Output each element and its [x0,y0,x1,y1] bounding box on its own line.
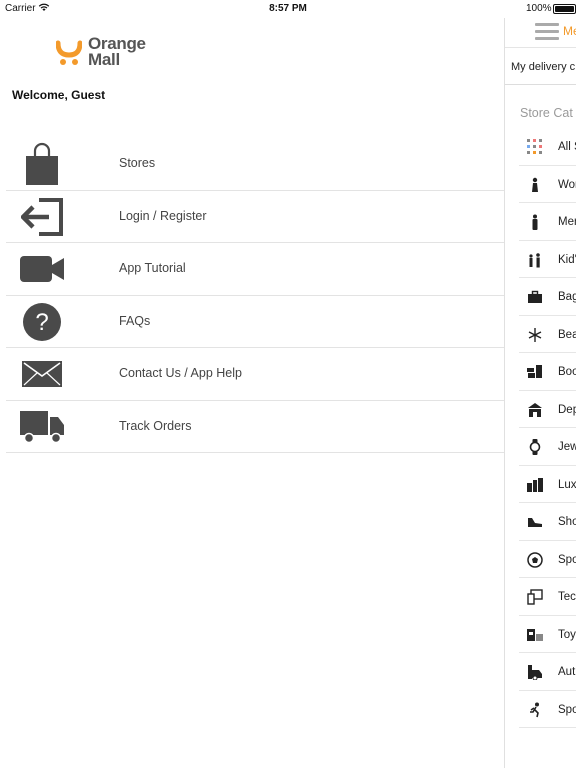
logo-text-line2: Mall [88,50,120,69]
category-shoes[interactable]: Sho [519,503,576,541]
side-menu: Orange Mall Welcome, Guest Stores Login … [0,18,504,768]
category-label: Bag [558,291,576,303]
category-books[interactable]: Boo [519,353,576,391]
menu-item-label: Login / Register [119,208,207,223]
category-label: Spo [558,553,576,566]
category-auto[interactable]: Aut [519,653,576,691]
svg-text:?: ? [35,309,48,336]
category-kids[interactable]: Kid' [519,241,576,278]
soccer-ball-icon [527,551,543,568]
main-screen[interactable]: Me My delivery c Store Cat All S Wor Mer… [504,18,576,768]
category-sports[interactable]: Spo [519,541,576,578]
category-label: Lux [558,478,576,491]
bag-icon [527,289,543,305]
menu-list: Stores Login / Register App Tutorial ? F… [6,138,504,453]
login-icon [20,195,64,239]
menu-item-label: Stores [119,156,156,170]
battery-percent: 100% [526,3,552,14]
category-label: Tec [558,591,576,603]
menu-title: Me [563,24,576,38]
grid-icon [527,139,543,155]
store-categories-title: Store Cat [520,106,573,120]
category-tech[interactable]: Tec [519,578,576,616]
toys-icon [527,627,543,643]
sports-runner-icon [527,702,543,718]
delivery-text: My delivery c [511,61,576,73]
truck-icon [20,405,64,449]
category-label: Mer [558,216,576,228]
category-women[interactable]: Wor [519,166,576,203]
hamburger-menu-icon[interactable] [535,23,559,41]
shopping-bag-icon [20,142,64,186]
category-men[interactable]: Mer [519,203,576,241]
category-label: Dep [558,403,576,416]
logo-text: Orange Mall [88,35,146,69]
menu-item-label: Contact Us / App Help [119,366,242,380]
orange-mall-logo[interactable]: Orange Mall [55,35,166,70]
menu-item-faqs[interactable]: ? FAQs [6,296,504,348]
category-label: Aut [558,666,576,678]
delivery-location-bar[interactable]: My delivery c [505,49,576,85]
kids-icon [527,252,543,268]
category-toys[interactable]: Toy [519,616,576,653]
watch-icon [527,439,543,455]
status-bar: Carrier 8:57 PM 100% [0,0,576,18]
category-label: Bea [558,328,576,341]
category-label: Toy [558,628,576,641]
category-label: Sho [558,516,576,528]
category-all-stores[interactable]: All S [519,128,576,166]
category-luxury[interactable]: Lux [519,466,576,503]
category-sports-2[interactable]: Spo [519,691,576,728]
tech-icon [527,589,543,605]
category-department[interactable]: Dep [519,391,576,428]
menu-item-login[interactable]: Login / Register [6,191,504,243]
category-jewelry[interactable]: Jew [519,428,576,466]
category-label: Spo [558,703,576,716]
category-bags[interactable]: Bag [519,278,576,316]
category-label: All S [558,141,576,153]
logo-icon [55,39,83,67]
menu-item-label: FAQs [119,313,151,328]
shoe-icon [527,514,543,530]
top-bar: Me [505,18,576,48]
category-label: Jew [558,441,576,453]
video-camera-icon [20,247,64,291]
woman-icon [527,177,543,193]
books-icon [527,364,543,380]
menu-item-track-orders[interactable]: Track Orders [6,401,504,453]
battery-icon [553,4,576,14]
category-beauty[interactable]: Bea [519,316,576,353]
man-icon [527,214,543,230]
department-store-icon [527,402,543,418]
menu-item-label: App Tutorial [119,261,186,275]
menu-item-label: Track Orders [119,418,192,433]
category-list: All S Wor Mer Kid' Bag Bea Boo Dep [519,128,576,728]
auto-icon [527,664,543,681]
beauty-icon [527,327,543,343]
menu-item-stores[interactable]: Stores [6,138,504,191]
question-icon: ? [20,300,64,344]
menu-item-app-tutorial[interactable]: App Tutorial [6,243,504,296]
envelope-icon [20,352,64,396]
luxury-icon [527,477,543,493]
category-label: Kid' [558,253,576,266]
clock: 8:57 PM [269,3,307,14]
category-label: Boo [558,366,576,378]
menu-item-contact-us[interactable]: Contact Us / App Help [6,348,504,401]
category-label: Wor [558,178,576,191]
welcome-text: Welcome, Guest [12,88,106,102]
